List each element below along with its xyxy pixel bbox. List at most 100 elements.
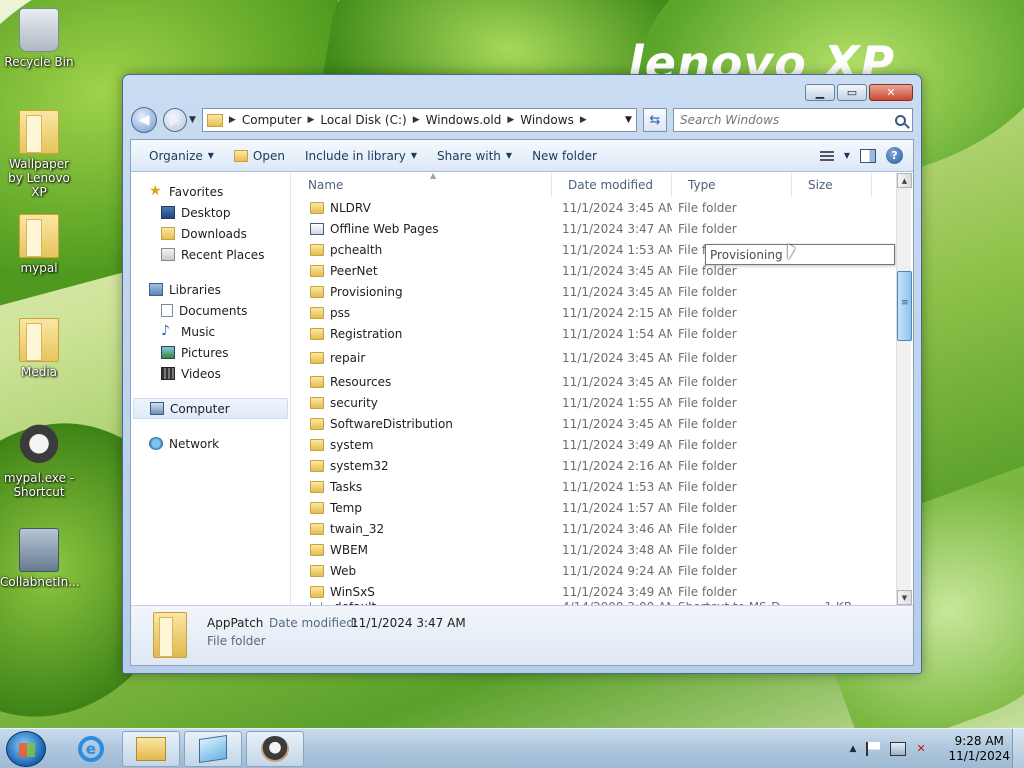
desktop-icon-label: Wallpaper by Lenovo XP <box>8 157 70 199</box>
include-in-library-button[interactable]: Include in library ▼ <box>297 145 425 167</box>
refresh-button[interactable]: ⇆ <box>643 108 667 132</box>
scroll-up-button[interactable]: ▲ <box>897 173 912 188</box>
file-row[interactable]: Registration 11/1/2024 1:54 AM File folder <box>292 323 913 344</box>
organize-button[interactable]: Organize ▼ <box>141 145 222 167</box>
chevron-right-icon[interactable]: ▶ <box>308 115 315 125</box>
breadcrumb-windows[interactable]: Windows <box>520 113 574 127</box>
file-row[interactable]: twain_32 11/1/2024 3:46 AM File folder <box>292 518 913 539</box>
sort-ascending-icon: ▲ <box>430 173 437 180</box>
change-view-icon[interactable] <box>819 150 834 161</box>
nav-item-pictures[interactable]: Pictures <box>131 342 290 363</box>
taskbar-app[interactable] <box>184 731 242 767</box>
file-name-cell: Offline Web Pages <box>292 222 552 236</box>
file-row[interactable]: pss 11/1/2024 2:15 AM File folder <box>292 302 913 323</box>
address-dropdown-icon[interactable]: ▼ <box>620 115 636 125</box>
nav-item-documents[interactable]: Documents <box>131 300 290 321</box>
file-row[interactable]: Web 11/1/2024 9:24 AM File folder <box>292 560 913 581</box>
nav-item-computer[interactable]: Computer <box>133 398 288 419</box>
file-date: 11/1/2024 3:48 AM <box>562 542 672 557</box>
nav-item-desktop[interactable]: Desktop <box>131 202 290 223</box>
breadcrumb-local-disk[interactable]: Local Disk (C:) <box>320 113 406 127</box>
column-header-name[interactable]: Name <box>292 173 552 197</box>
vertical-scrollbar[interactable]: ▲ ▼ <box>896 173 912 605</box>
file-row[interactable]: security 11/1/2024 1:55 AM File folder <box>292 392 913 413</box>
taskbar-windows-explorer[interactable] <box>122 731 180 767</box>
show-desktop-button[interactable] <box>1012 729 1024 768</box>
file-name: PeerNet <box>330 263 378 278</box>
breadcrumb-computer[interactable]: Computer <box>242 113 302 127</box>
file-row[interactable]: Resources 11/1/2024 3:45 AM File folder <box>292 371 913 392</box>
favorites-group: ★ Favorites Desktop Downloads Recent Pla… <box>131 181 290 265</box>
desktop-icon-mypal-shortcut[interactable]: mypal.exe - Shortcut <box>0 424 78 499</box>
preview-pane-icon[interactable] <box>860 148 876 163</box>
recent-places-icon <box>161 248 175 261</box>
breadcrumb-windows-old[interactable]: Windows.old <box>426 113 502 127</box>
chevron-right-icon[interactable]: ▶ <box>580 115 587 125</box>
scroll-down-button[interactable]: ▼ <box>897 590 912 605</box>
file-row[interactable]: WBEM 11/1/2024 3:48 AM File folder <box>292 539 913 560</box>
column-header-date-modified[interactable]: Date modified <box>552 173 672 197</box>
close-button[interactable]: ✕ <box>869 84 913 101</box>
address-bar[interactable]: ▶ Computer ▶ Local Disk (C:) ▶ Windows.o… <box>201 108 637 132</box>
chevron-down-icon[interactable]: ▼ <box>844 151 850 160</box>
clock[interactable]: 9:28 AM 11/1/2024 <box>948 734 1010 764</box>
file-row[interactable]: SoftwareDistribution 11/1/2024 3:45 AM Fil… <box>292 413 913 434</box>
file-row[interactable]: WinSxS 11/1/2024 3:49 AM File folder <box>292 581 913 602</box>
file-row[interactable]: Provisioning 11/1/2024 3:45 AM File folder <box>292 281 913 302</box>
file-row[interactable]: Tasks 11/1/2024 1:53 AM File folder <box>292 476 913 497</box>
share-with-button[interactable]: Share with ▼ <box>429 145 520 167</box>
nav-item-downloads[interactable]: Downloads <box>131 223 290 244</box>
maximize-button[interactable]: ▭ <box>837 84 867 101</box>
desktop-icon-media[interactable]: Media <box>0 318 78 379</box>
taskbar-internet-explorer[interactable]: e <box>62 731 120 767</box>
nav-item-music[interactable]: ♪ Music <box>131 321 290 342</box>
nav-item-recent-places[interactable]: Recent Places <box>131 244 290 265</box>
clock-time: 9:28 AM <box>954 734 1004 748</box>
show-hidden-icons-icon[interactable]: ▲ <box>850 744 857 754</box>
scroll-thumb[interactable] <box>897 271 912 341</box>
column-header-type[interactable]: Type <box>672 173 792 197</box>
help-icon[interactable]: ? <box>886 147 903 164</box>
desktop-icon-collabnet[interactable]: CollabnetIn... <box>0 528 80 589</box>
file-row[interactable]: repair 11/1/2024 3:45 AM File folder <box>292 344 913 371</box>
search-input[interactable] <box>680 113 895 127</box>
new-folder-button[interactable]: New folder <box>524 145 605 167</box>
file-row[interactable]: Temp 11/1/2024 1:57 AM File folder <box>292 497 913 518</box>
nav-item-libraries[interactable]: Libraries <box>131 279 290 300</box>
recent-pages-dropdown-icon[interactable]: ▼ <box>189 115 196 125</box>
view-controls: ▼ ? <box>819 147 913 164</box>
minimize-button[interactable]: ▁ <box>805 84 835 101</box>
file-row[interactable]: system32 11/1/2024 2:16 AM File folder <box>292 455 913 476</box>
file-type: File folder <box>678 584 737 599</box>
back-button[interactable]: ◀ <box>131 107 157 133</box>
chevron-right-icon[interactable]: ▶ <box>413 115 420 125</box>
open-button[interactable]: Open <box>226 145 293 167</box>
network-status-icon[interactable] <box>890 742 907 756</box>
file-name: WinSxS <box>330 584 375 599</box>
nav-item-network[interactable]: Network <box>131 433 290 454</box>
start-button[interactable] <box>6 731 46 767</box>
search-icon[interactable] <box>895 114 906 126</box>
column-header-size[interactable]: Size <box>792 173 872 197</box>
volume-muted-icon[interactable]: ✕ <box>916 742 932 756</box>
file-row[interactable]: Offline Web Pages 11/1/2024 3:47 AM File f… <box>292 218 913 239</box>
computer-icon <box>150 402 164 415</box>
file-name-cell: SoftwareDistribution <box>292 417 552 431</box>
file-type: File folder <box>678 200 737 215</box>
desktop-icon-recycle-bin[interactable]: Recycle Bin <box>0 8 78 69</box>
file-name-cell: twain_32 <box>292 522 552 536</box>
desktop-icon-mypal[interactable]: mypal <box>0 214 78 275</box>
search-box[interactable] <box>673 108 913 132</box>
action-center-flag-icon[interactable] <box>866 742 881 756</box>
desktop-icon-wallpaper[interactable]: Wallpaper by Lenovo XP <box>0 110 78 199</box>
file-name: system <box>330 437 374 452</box>
nav-item-favorites[interactable]: ★ Favorites <box>131 181 290 202</box>
web-page-folder-icon <box>310 222 324 235</box>
chevron-right-icon[interactable]: ▶ <box>507 115 514 125</box>
forward-button[interactable]: ▶ <box>163 108 187 132</box>
file-row[interactable]: NLDRV 11/1/2024 3:45 AM File folder <box>292 197 913 218</box>
taskbar-mypal[interactable] <box>246 731 304 767</box>
chevron-right-icon[interactable]: ▶ <box>229 115 236 125</box>
file-row[interactable]: system 11/1/2024 3:49 AM File folder <box>292 434 913 455</box>
nav-item-videos[interactable]: Videos <box>131 363 290 384</box>
